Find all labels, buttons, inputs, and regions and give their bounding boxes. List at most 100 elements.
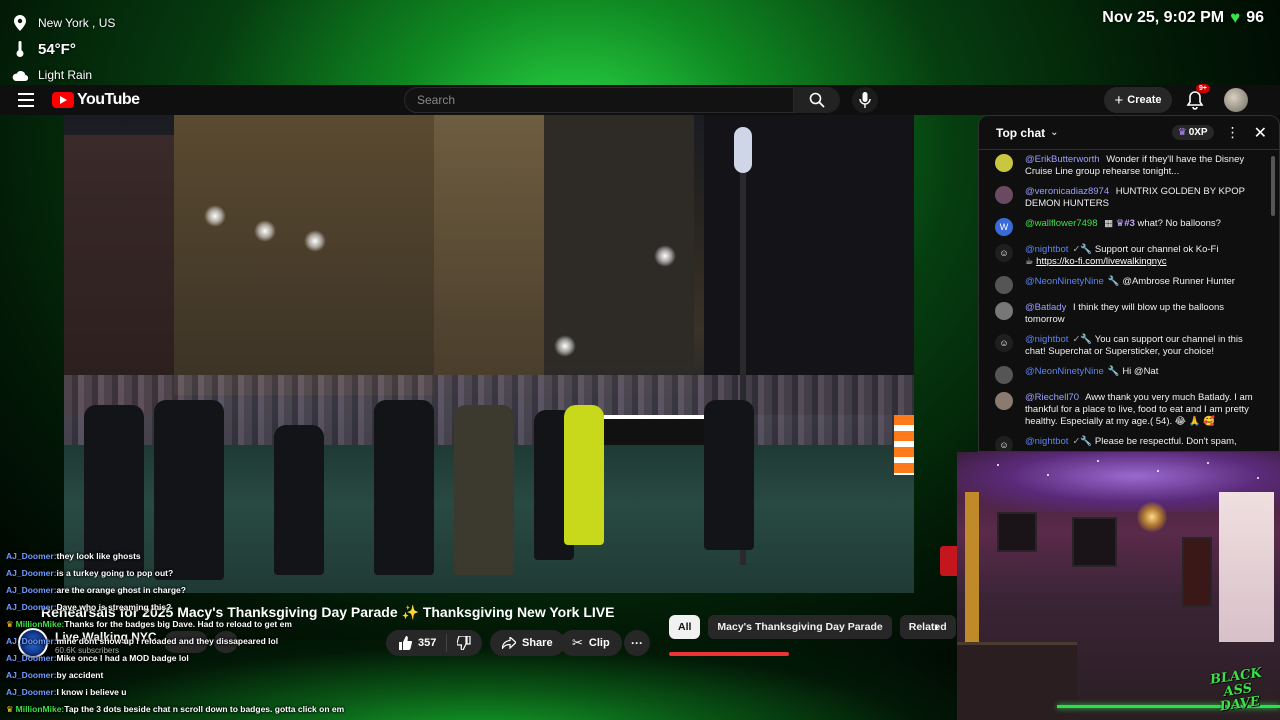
chat-mode-selector[interactable]: Top chat	[996, 126, 1045, 140]
chat-link[interactable]: https://ko-fi.com/livewalkingnyc	[1036, 256, 1166, 267]
chip-all[interactable]: All	[669, 615, 701, 639]
youtube-header: YouTube Search + Create	[0, 85, 1280, 115]
chat-username[interactable]: @Riechell70	[1025, 392, 1079, 403]
chat-username[interactable]: @veronicadiaz8974	[1025, 186, 1109, 197]
overlay-chat-line: AJ_Doomer:Dave who is streaming this?	[6, 599, 386, 616]
weather-widget: New York , US 54°F° Light Rain	[12, 10, 212, 88]
user-avatar[interactable]	[995, 366, 1013, 384]
cloud-icon	[12, 66, 28, 84]
voice-search-button[interactable]	[852, 87, 878, 113]
overlay-username: AJ_Doomer:	[6, 568, 57, 578]
clip-button[interactable]: ✂ Clip	[560, 630, 622, 656]
chat-message: ☺ @nightbot ✓🔧 Please be respectful. Don'…	[995, 436, 1263, 451]
overlay-chat-line: AJ_Doomer:they look like ghosts	[6, 548, 386, 565]
user-avatar[interactable]	[995, 392, 1013, 410]
webcam-star-light	[1047, 474, 1049, 476]
like-button[interactable]: 357	[386, 634, 448, 652]
chat-text: Please be respectful. Don't spam,	[1094, 436, 1237, 447]
overlay-chat-line: AJ_Doomer:by accident	[6, 667, 386, 684]
bot-avatar[interactable]: ☺	[995, 334, 1013, 352]
chat-username[interactable]: @wallflower7498	[1025, 218, 1097, 229]
chat-username[interactable]: @NeonNinetyNine	[1025, 276, 1104, 287]
video-building	[174, 115, 434, 395]
webcam-window	[1219, 492, 1274, 642]
share-label: Share	[522, 637, 553, 649]
status-overlay: Nov 25, 9:02 PM ♥ 96	[1102, 8, 1264, 28]
overlay-username: AJ_Doomer:	[6, 653, 57, 663]
chip-macys-parade[interactable]: Macy's Thanksgiving Day Parade	[708, 615, 892, 639]
overlay-text: they look like ghosts	[56, 551, 141, 561]
chevron-down-icon[interactable]: ⌄	[1050, 127, 1058, 138]
video-building	[544, 115, 694, 365]
thermometer-icon	[12, 40, 28, 58]
overlay-chat-line: AJ_Doomer:is a turkey going to pop out?	[6, 565, 386, 582]
xp-chip[interactable]: ♛ 0XP	[1171, 125, 1214, 140]
chat-text: Hi @Nat	[1122, 366, 1159, 377]
chat-username[interactable]: @nightbot	[1025, 436, 1068, 447]
chat-header: Top chat ⌄ ♛ 0XP ⋮ ✕	[979, 116, 1279, 150]
wrench-icon: 🔧	[1080, 244, 1093, 255]
chat-text: Support our channel ok Ko-Fi	[1094, 244, 1219, 255]
chevron-right-icon[interactable]: ›	[934, 618, 939, 634]
xp-label: 0XP	[1188, 127, 1208, 138]
user-avatar[interactable]	[995, 302, 1013, 320]
stream-chat-overlay: AJ_Doomer:they look like ghosts AJ_Doome…	[6, 536, 386, 718]
live-chat-panel: Top chat ⌄ ♛ 0XP ⋮ ✕ @ErikButterworth Wo…	[978, 115, 1280, 452]
chat-username[interactable]: @Batlady	[1025, 302, 1066, 313]
overlay-text: mine dont show up i reloaded and they di…	[56, 636, 279, 646]
video-stage-light	[304, 230, 326, 252]
overlay-chat-line: AJ_Doomer:mine dont show up i reloaded a…	[6, 633, 386, 650]
user-avatar[interactable]	[995, 276, 1013, 294]
youtube-logo[interactable]: YouTube	[52, 87, 140, 113]
bot-avatar[interactable]: ☺	[995, 244, 1013, 262]
chat-message: W @wallflower7498 ▦ ♛#3 what? No balloon…	[995, 218, 1263, 236]
overlay-chat-line: ♛ MillionMike:Thanks for the badges big D…	[6, 616, 386, 633]
overlay-text: are the orange ghost in charge?	[56, 585, 186, 595]
wrench-icon: 🔧	[1107, 366, 1120, 377]
video-stage-structure	[64, 135, 184, 415]
chip-related[interactable]: Related	[899, 615, 956, 639]
share-button[interactable]: Share	[490, 630, 565, 656]
menu-icon[interactable]	[18, 93, 34, 107]
wrench-icon: 🔧	[1080, 334, 1093, 345]
video-barricade	[894, 415, 914, 475]
webcam-star-light	[1157, 470, 1159, 472]
create-button[interactable]: + Create	[1104, 87, 1172, 113]
chat-message: @NeonNinetyNine 🔧 Hi @Nat	[995, 366, 1263, 384]
user-avatar[interactable]	[995, 154, 1013, 172]
chat-username[interactable]: @ErikButterworth	[1025, 154, 1100, 165]
clip-label: Clip	[588, 637, 610, 649]
account-avatar[interactable]	[1224, 88, 1248, 112]
youtube-play-icon	[52, 92, 74, 108]
video-person	[564, 405, 604, 545]
webcam-wall-art	[997, 512, 1037, 552]
microphone-icon	[859, 92, 871, 108]
close-icon[interactable]: ✕	[1254, 123, 1267, 143]
user-avatar[interactable]	[995, 186, 1013, 204]
chat-username[interactable]: @NeonNinetyNine	[1025, 366, 1104, 377]
search-button[interactable]	[794, 87, 840, 113]
more-actions-button[interactable]: ···	[624, 630, 650, 656]
chat-message: @veronicadiaz8974 HUNTRIX GOLDEN BY KPOP…	[995, 186, 1263, 210]
user-avatar[interactable]: W	[995, 218, 1013, 236]
related-video-thumbnail[interactable]	[669, 652, 789, 656]
webcam-star-light	[1207, 462, 1209, 464]
search-input[interactable]: Search	[404, 87, 794, 113]
video-stage-light	[554, 335, 576, 357]
chat-message: @ErikButterworth Wonder if they'll have …	[995, 154, 1263, 178]
chat-scrollbar[interactable]	[1271, 156, 1275, 216]
overlay-username: AJ_Doomer:	[6, 602, 57, 612]
member-badge-icon: ▦	[1104, 218, 1114, 229]
crown-icon: ♛	[6, 619, 14, 629]
webcam-wall-art	[1072, 517, 1117, 567]
more-options-icon[interactable]: ⋮	[1226, 124, 1240, 141]
bot-avatar[interactable]: ☺	[995, 436, 1013, 451]
chat-username[interactable]: @nightbot	[1025, 334, 1068, 345]
chat-message: @NeonNinetyNine 🔧 @Ambrose Runner Hunter	[995, 276, 1263, 294]
webcam-counter	[957, 642, 1077, 720]
chat-username[interactable]: @nightbot	[1025, 244, 1068, 255]
youtube-wordmark: YouTube	[77, 91, 140, 108]
dislike-button[interactable]	[447, 636, 471, 650]
video-player[interactable]	[64, 115, 914, 593]
plus-icon: +	[1114, 91, 1124, 109]
